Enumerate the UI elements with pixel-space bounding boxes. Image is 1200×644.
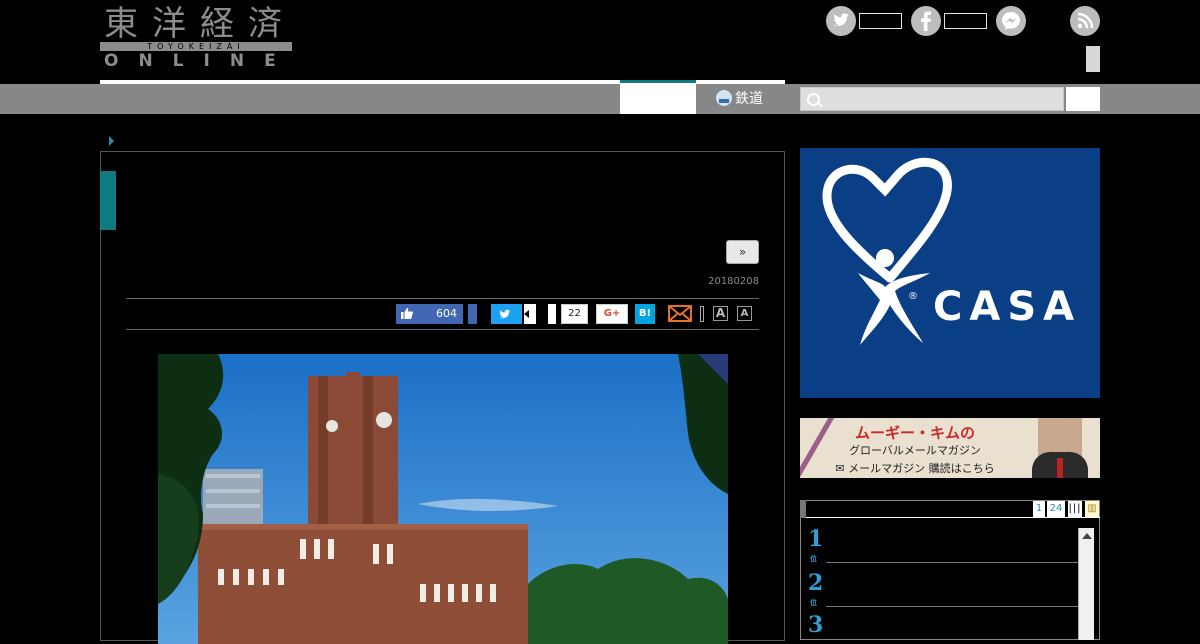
- rank-3[interactable]: 3: [808, 613, 823, 637]
- ad-mug-subtitle: グローバルメールマガジン: [849, 444, 981, 457]
- category-tab: [100, 171, 116, 230]
- facebook-share-button[interactable]: [468, 304, 477, 324]
- casa-registered-mark: ®: [908, 291, 918, 302]
- ranking-tab-1[interactable]: 1: [1033, 501, 1045, 517]
- ranking-header-mark: [800, 500, 806, 518]
- article-date: 20180208: [708, 276, 759, 287]
- logo-kanji[interactable]: 東洋経済: [104, 4, 296, 44]
- casa-ad-banner[interactable]: CASA ®: [800, 148, 1100, 398]
- nav-tab-railway-label: 鉄道: [735, 91, 763, 107]
- mail-magazine-ad[interactable]: ムーギー・キムの グローバルメールマガジン ✉ メールマガジン 購読はこちら: [800, 418, 1100, 478]
- ranking-tab-24[interactable]: 24: [1047, 501, 1065, 517]
- hatena-count: 22: [561, 304, 588, 324]
- nav-tab-railway[interactable]: 鉄道: [716, 84, 763, 114]
- breadcrumb-arrow-icon: [109, 136, 114, 146]
- rank-divider: [826, 606, 1078, 607]
- font-size-small-button[interactable]: A: [737, 306, 752, 321]
- next-page-button[interactable]: »: [726, 240, 759, 264]
- hatena-bookmark-button[interactable]: B!: [635, 304, 655, 324]
- train-icon: [716, 90, 732, 106]
- facebook-icon[interactable]: [911, 6, 941, 36]
- share-rule-top: [126, 298, 759, 299]
- casa-brand: CASA: [933, 284, 1082, 330]
- nav-tab-active[interactable]: [620, 80, 696, 114]
- ranking-tab-icon[interactable]: ▥: [1085, 501, 1099, 517]
- scroll-up-icon[interactable]: [1082, 533, 1092, 539]
- facebook-count-box: [944, 13, 987, 29]
- ad-mug-title: ムーギー・キムの: [854, 424, 975, 442]
- tweet-button[interactable]: [491, 304, 522, 324]
- facebook-like-button[interactable]: 604: [396, 304, 463, 324]
- ad-mug-cta: ✉ メールマガジン 購読はこちら: [835, 462, 995, 475]
- tweet-count-bubble: [524, 304, 536, 324]
- rank-1[interactable]: 1位: [808, 527, 823, 563]
- twitter-icon[interactable]: [826, 6, 856, 36]
- like-count: 604: [436, 307, 457, 320]
- member-button[interactable]: [1086, 46, 1100, 72]
- google-plus-button[interactable]: G+: [596, 304, 628, 324]
- ranking-tab-more[interactable]: |||: [1068, 501, 1082, 517]
- logo-online[interactable]: ONLINE: [104, 50, 296, 72]
- ranking-scrollbar[interactable]: [1078, 528, 1094, 640]
- ranking-box: [800, 500, 1100, 640]
- messenger-icon[interactable]: [996, 6, 1026, 36]
- bookmark-stub: [548, 304, 556, 324]
- font-size-large-button[interactable]: A: [713, 306, 728, 321]
- article-photo: [158, 354, 728, 644]
- rss-icon[interactable]: [1070, 6, 1100, 36]
- print-stub[interactable]: [700, 306, 704, 322]
- rank-3-number: 3: [808, 612, 824, 638]
- thumbs-up-icon: [401, 308, 413, 319]
- search-icon: [807, 93, 820, 106]
- twitter-count-box: [859, 13, 902, 29]
- author-tie: [1057, 458, 1063, 478]
- search-input[interactable]: [800, 87, 1064, 111]
- search-button[interactable]: [1066, 87, 1100, 111]
- mail-icon[interactable]: [668, 305, 692, 322]
- rank-2[interactable]: 2位: [808, 571, 823, 607]
- rank-1-suffix: 位: [810, 555, 817, 563]
- twitter-bird-icon: [499, 309, 511, 319]
- share-rule-bottom: [126, 329, 759, 330]
- rank-divider: [826, 562, 1078, 563]
